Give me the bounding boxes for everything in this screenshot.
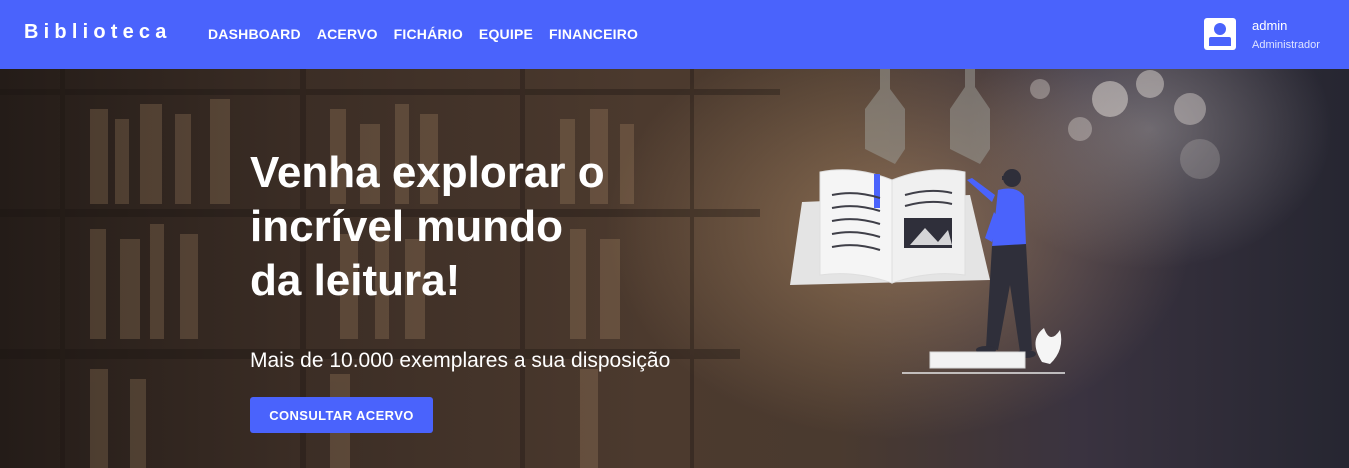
- user-role: Administrador: [1252, 39, 1320, 51]
- consultar-acervo-button[interactable]: CONSULTAR ACERVO: [250, 397, 433, 433]
- nav-links: DASHBOARD ACERVO FICHÁRIO EQUIPE FINANCE…: [208, 26, 638, 42]
- hero-title: Venha explorar o incrível mundo da leitu…: [250, 146, 750, 308]
- hero-title-line-3: da leitura!: [250, 256, 461, 305]
- nav-link-financeiro[interactable]: FINANCEIRO: [549, 26, 638, 42]
- nav-link-dashboard[interactable]: DASHBOARD: [208, 26, 301, 42]
- user-menu[interactable]: admin Administrador: [1204, 18, 1320, 52]
- user-name: admin: [1252, 18, 1288, 33]
- hero-title-line-1: Venha explorar o: [250, 148, 605, 197]
- user-info: admin Administrador: [1252, 18, 1320, 52]
- top-navbar: Biblioteca DASHBOARD ACERVO FICHÁRIO EQU…: [0, 0, 1349, 69]
- reading-illustration: [790, 169, 1065, 374]
- brand-logo[interactable]: Biblioteca: [24, 21, 172, 44]
- nav-link-fichario[interactable]: FICHÁRIO: [394, 26, 463, 42]
- nav-link-equipe[interactable]: EQUIPE: [479, 26, 533, 42]
- nav-link-acervo[interactable]: ACERVO: [317, 26, 378, 42]
- hero-title-line-2: incrível mundo: [250, 202, 563, 251]
- user-avatar-icon[interactable]: [1204, 18, 1236, 50]
- hero-subtitle: Mais de 10.000 exemplares a sua disposiç…: [250, 349, 671, 372]
